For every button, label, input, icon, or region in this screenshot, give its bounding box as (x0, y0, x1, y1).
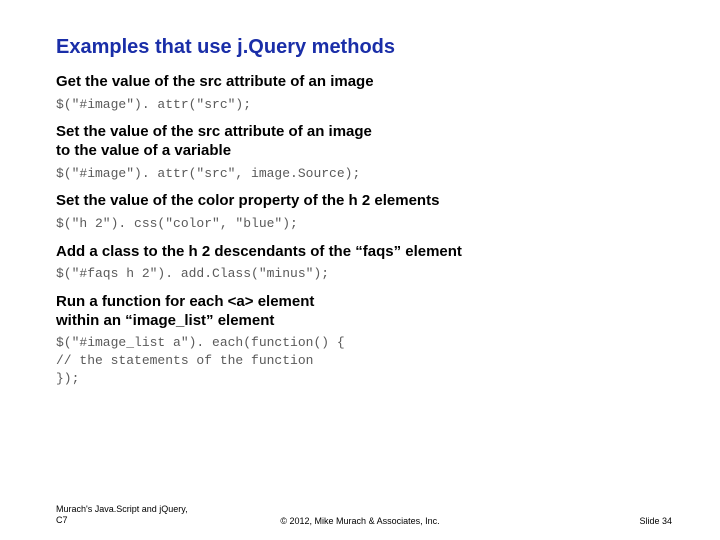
example-heading: Set the value of the src attribute of an… (56, 123, 672, 161)
example-section: Run a function for each <a> element with… (56, 293, 672, 387)
example-section: Set the value of the src attribute of an… (56, 123, 672, 182)
example-code: $("h 2"). css("color", "blue"); (56, 215, 672, 233)
slide-title: Examples that use j.Query methods (56, 36, 672, 59)
slide: Examples that use j.Query methods Get th… (0, 0, 720, 540)
example-section: Get the value of the src attribute of an… (56, 73, 672, 113)
footer-copyright: © 2012, Mike Murach & Associates, Inc. (280, 516, 439, 526)
example-code: $("#image"). attr("src", image.Source); (56, 165, 672, 183)
example-heading: Add a class to the h 2 descendants of th… (56, 243, 672, 262)
example-code: $("#faqs h 2"). add.Class("minus"); (56, 265, 672, 283)
example-heading: Get the value of the src attribute of an… (56, 73, 672, 92)
example-section: Add a class to the h 2 descendants of th… (56, 243, 672, 283)
example-heading: Run a function for each <a> element with… (56, 293, 672, 331)
footer-source: Murach's Java.Script and jQuery, C7 (56, 504, 188, 526)
footer-slide-number: Slide 34 (639, 516, 672, 526)
example-code: $("#image"). attr("src"); (56, 96, 672, 114)
example-heading: Set the value of the color property of t… (56, 192, 672, 211)
example-code: $("#image_list a"). each(function() { //… (56, 334, 672, 387)
example-section: Set the value of the color property of t… (56, 192, 672, 232)
